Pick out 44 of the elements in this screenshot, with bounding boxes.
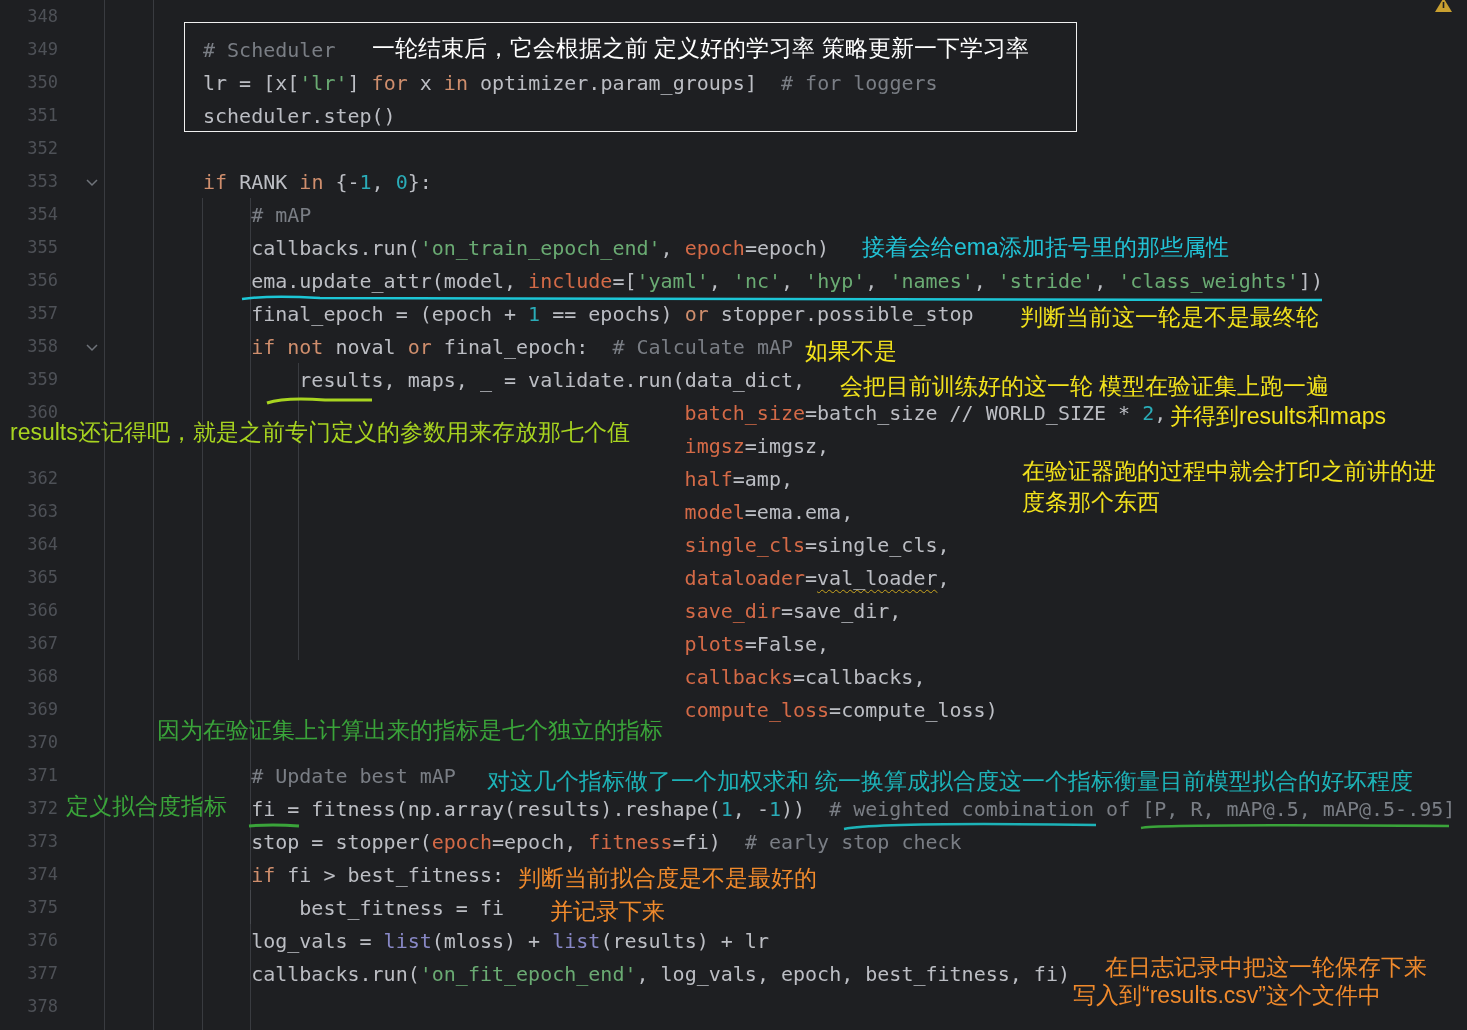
annotation-note: 并得到results和maps bbox=[1170, 402, 1386, 431]
annotation-note: 会把目前训练好的这一轮 模型在验证集上跑一遍 bbox=[840, 372, 1330, 401]
annotation-note: 写入到“results.csv”这个文件中 bbox=[1073, 981, 1381, 1010]
code-line: single_cls=single_cls, bbox=[684, 532, 950, 557]
annotation-note: 在日志记录中把这一轮保存下来 bbox=[1105, 953, 1427, 982]
annotation-note: 接着会给ema添加括号里的那些属性 bbox=[862, 233, 1229, 262]
code-line: save_dir=save_dir, bbox=[684, 598, 902, 623]
annotation-note: 对这几个指标做了一个加权求和 统一换算成拟合度这一个指标衡量目前模型拟合的好坏程度 bbox=[487, 767, 1414, 796]
code-line: if RANK in {-1, 0}: bbox=[203, 169, 432, 194]
annotation-note: 并记录下来 bbox=[550, 897, 665, 926]
code-line: if not noval or final_epoch: # Calculate mAP bbox=[251, 334, 794, 359]
code-line: results, maps, _ = validate.run(data_dict, bbox=[299, 367, 806, 392]
code-line: scheduler.step() bbox=[203, 103, 396, 128]
code-line: log_vals = list(mloss) + list(results) + lr bbox=[251, 928, 769, 953]
annotation-note: results还记得吧，就是之前专门定义的参数用来存放那七个值 bbox=[10, 418, 630, 447]
code-line: # Scheduler bbox=[203, 37, 336, 62]
code-line: dataloader=val_loader, bbox=[684, 565, 950, 590]
code-line: lr = [x['lr'] for x in optimizer.param_groups] # for loggers bbox=[203, 70, 938, 95]
annotation-note: 因为在验证集上计算出来的指标是七个独立的指标 bbox=[157, 716, 663, 745]
code-line: callbacks=callbacks, bbox=[684, 664, 926, 689]
underline-mark bbox=[247, 822, 301, 830]
code-line: model=ema.ema, bbox=[684, 499, 854, 524]
code-line: final_epoch = (epoch + 1 == epochs) or stopper.possible_stop bbox=[251, 301, 974, 326]
code-line: compute_loss=compute_loss) bbox=[684, 697, 998, 722]
code-line: callbacks.run('on_fit_epoch_end', log_vals, epoch, best_fitness, fi) bbox=[251, 961, 1070, 986]
code-line: imgsz=imgsz, bbox=[684, 433, 830, 458]
annotation-note: 判断当前这一轮是不是最终轮 bbox=[1020, 303, 1319, 332]
code-line: if fi > best_fitness: bbox=[251, 862, 505, 887]
code-line: # Update best mAP bbox=[251, 763, 456, 788]
annotation-note: 在验证器跑的过程中就会打印之前讲的进度条那个东西 bbox=[1022, 457, 1437, 517]
code-line: stop = stopper(epoch=epoch, fitness=fi) # early stop check bbox=[251, 829, 962, 854]
annotation-note: 如果不是 bbox=[805, 337, 897, 366]
code-line: plots=False, bbox=[684, 631, 830, 656]
annotation-note: 判断当前拟合度是不是最好的 bbox=[518, 864, 817, 893]
code-line: best_fitness = fi bbox=[299, 895, 504, 920]
code-line: batch_size=batch_size // WORLD_SIZE * 2, bbox=[684, 400, 1167, 425]
code-line: half=amp, bbox=[684, 466, 793, 491]
code-line: ema.update_attr(model, include=['yaml', 'nc', 'hyp', 'names', 'stride', 'class_weights']) bbox=[251, 268, 1323, 293]
annotation-note: 定义拟合度指标 bbox=[66, 792, 227, 821]
code-line: # mAP bbox=[251, 202, 312, 227]
warning-icon[interactable] bbox=[1435, 0, 1452, 12]
code-line: callbacks.run('on_train_epoch_end', epoch=epoch) bbox=[251, 235, 830, 260]
code-line: fi = fitness(np.array(results).reshape(1, -1)) # weighted combination of [P, R, mAP@.5, mAP@.5-.95] bbox=[251, 796, 1456, 821]
annotation-note: 一轮结束后，它会根据之前 定义好的学习率 策略更新一下学习率 bbox=[372, 34, 1029, 63]
